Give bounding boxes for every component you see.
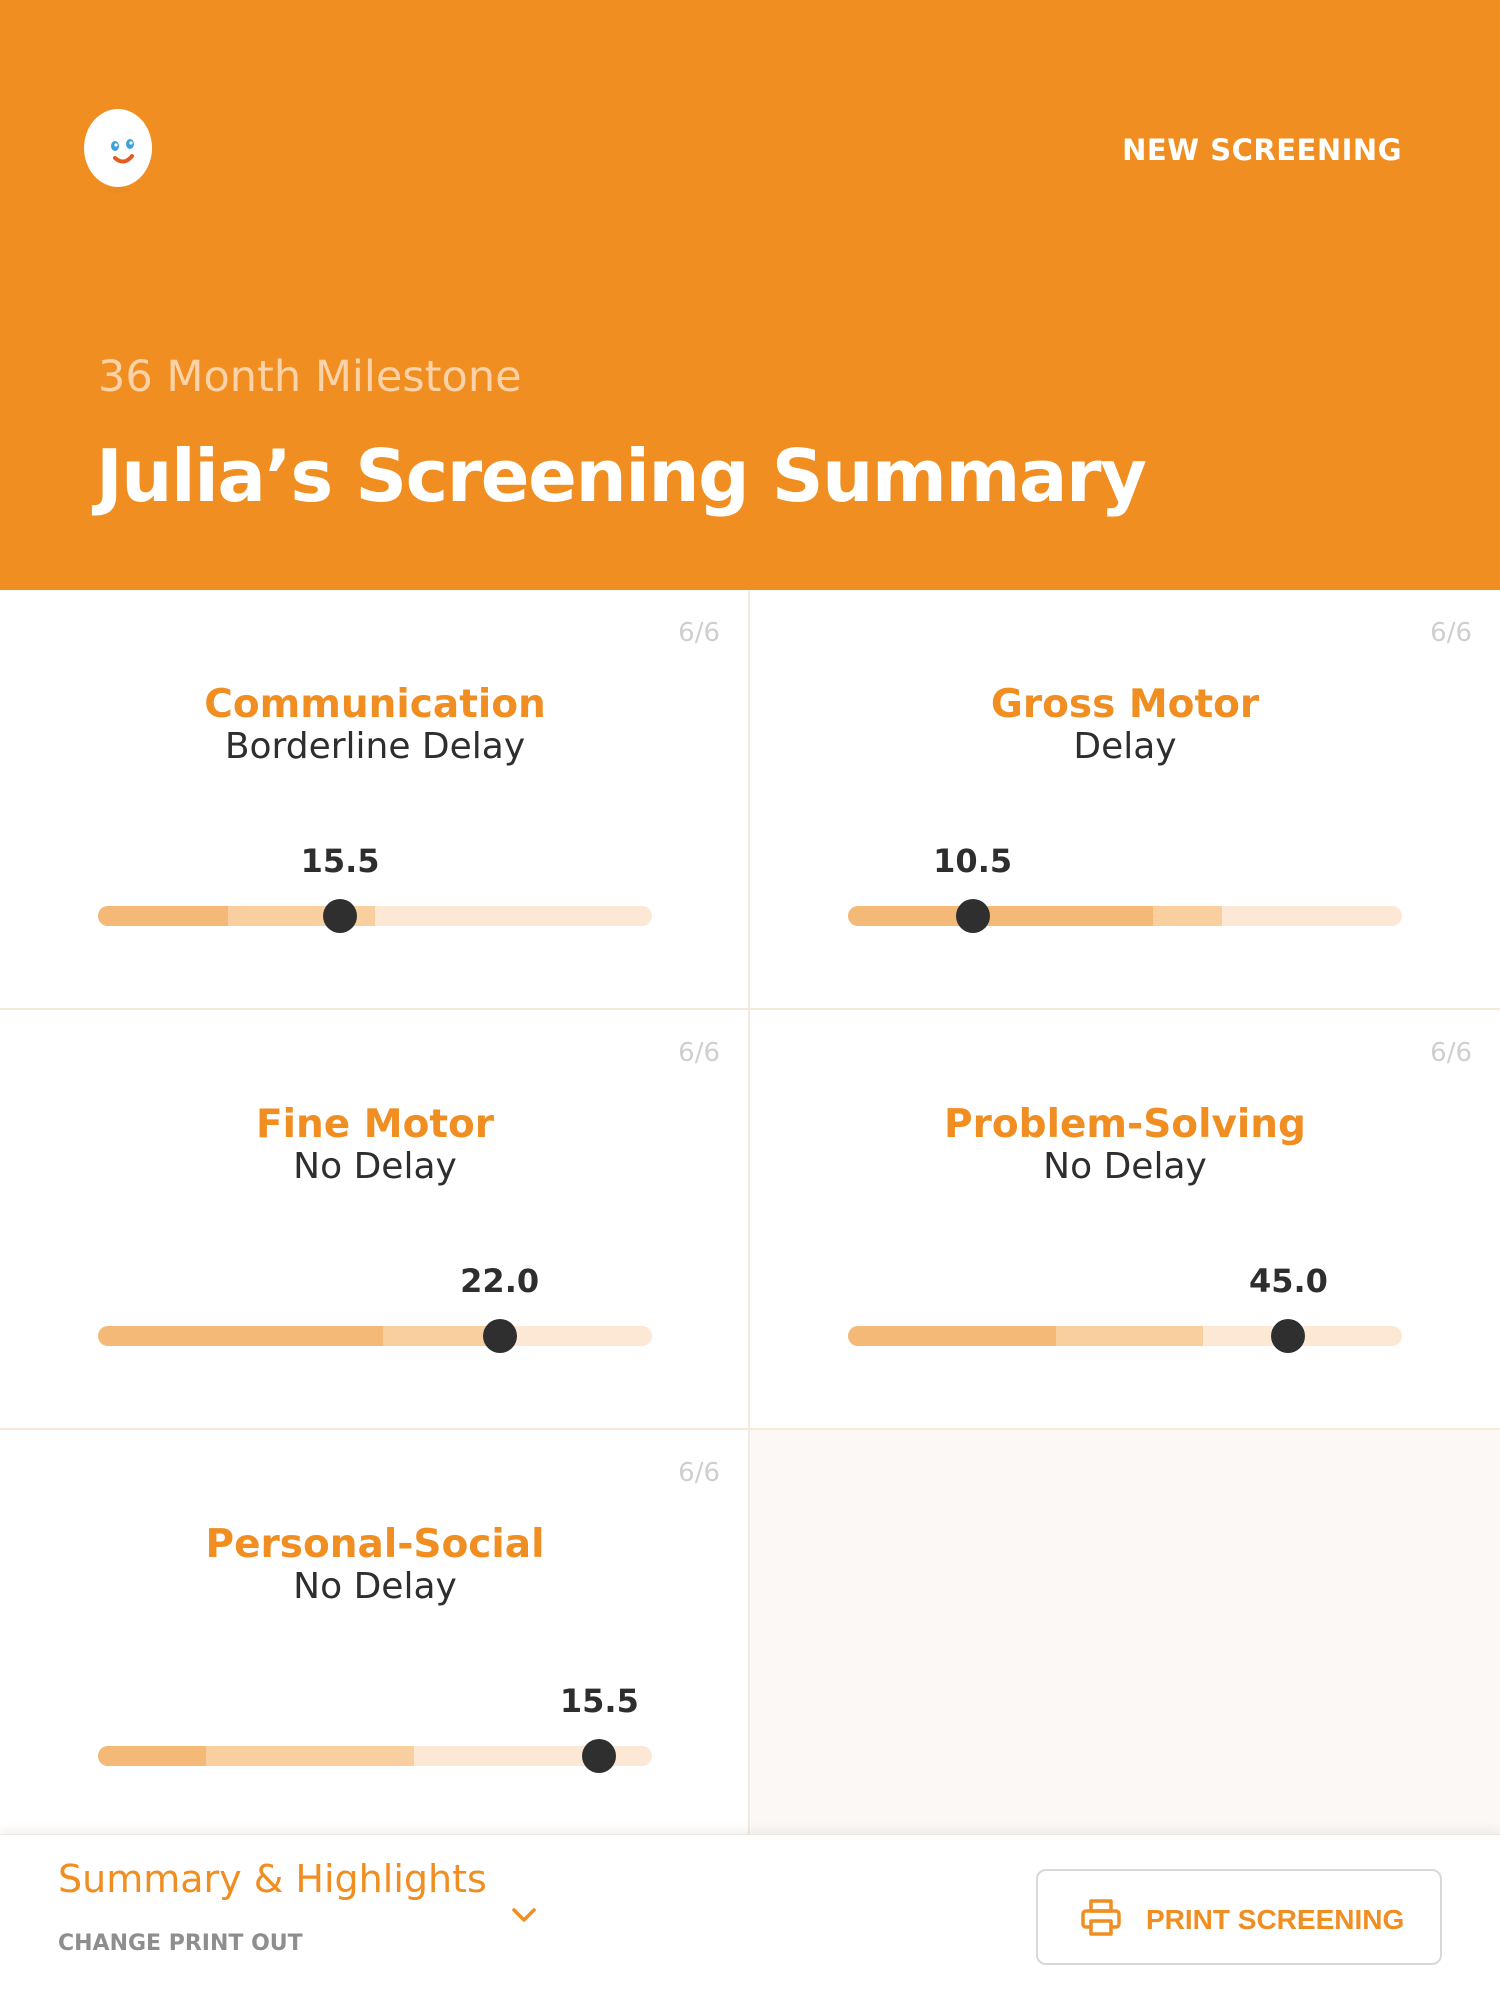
track-zone-borderline bbox=[1152, 906, 1222, 926]
footer-bar: Summary & Highlights CHANGE PRINT OUT PR… bbox=[0, 1834, 1500, 2000]
score-label: 10.5 bbox=[933, 842, 1013, 880]
score-label: 15.5 bbox=[559, 1682, 639, 1720]
track-zone-borderline bbox=[206, 1746, 414, 1766]
domain-status: No Delay bbox=[1043, 1146, 1207, 1187]
domain-card-gross-motor[interactable]: 6/6 Gross Motor Delay 10.5 bbox=[750, 590, 1500, 1010]
score-marker[interactable] bbox=[323, 899, 358, 933]
track-zone-delay bbox=[98, 906, 229, 926]
empty-grid-cell bbox=[751, 1430, 1500, 1834]
question-count: 6/6 bbox=[1430, 618, 1472, 648]
score-track bbox=[98, 1326, 652, 1346]
domain-title: Personal-Social bbox=[205, 1522, 545, 1567]
chevron-down-icon[interactable] bbox=[510, 1901, 538, 1929]
logo-icon bbox=[84, 109, 152, 193]
question-count: 6/6 bbox=[678, 1458, 720, 1488]
track-zone-borderline bbox=[1055, 1326, 1203, 1346]
new-screening-button[interactable]: NEW SCREENING bbox=[1122, 133, 1402, 167]
domain-status: Delay bbox=[1073, 726, 1177, 767]
score-track bbox=[98, 1746, 652, 1766]
question-count: 6/6 bbox=[678, 618, 720, 648]
domain-card-communication[interactable]: 6/6 Communication Borderline Delay 15.5 bbox=[0, 590, 750, 1010]
score-marker[interactable] bbox=[582, 1739, 617, 1773]
summary-highlights-label: Summary & Highlights bbox=[58, 1857, 487, 1901]
domain-card-fine-motor[interactable]: 6/6 Fine Motor No Delay 22.0 bbox=[0, 1010, 750, 1430]
change-print-out-label: CHANGE PRINT OUT bbox=[58, 1931, 303, 1956]
question-count: 6/6 bbox=[678, 1038, 720, 1068]
printout-selector[interactable]: Summary & Highlights CHANGE PRINT OUT bbox=[58, 1857, 548, 1977]
track-zone-delay bbox=[848, 1326, 1056, 1346]
score-marker[interactable] bbox=[482, 1319, 517, 1353]
domain-status: No Delay bbox=[293, 1146, 457, 1187]
score-track bbox=[848, 1326, 1402, 1346]
domain-title: Problem-Solving bbox=[944, 1102, 1306, 1147]
page-title: Julia’s Screening Summary bbox=[96, 434, 1147, 518]
track-zone-delay bbox=[98, 1746, 207, 1766]
track-zone-delay bbox=[98, 1326, 384, 1346]
milestone-label: 36 Month Milestone bbox=[98, 352, 522, 402]
score-label: 15.5 bbox=[300, 842, 380, 880]
domain-grid: 6/6 Communication Borderline Delay 15.5 … bbox=[0, 590, 1500, 1834]
domain-title: Fine Motor bbox=[255, 1102, 495, 1147]
domain-status: No Delay bbox=[293, 1566, 457, 1607]
domain-card-personal-social[interactable]: 6/6 Personal-Social No Delay 15.5 bbox=[0, 1430, 750, 1834]
domain-status: Borderline Delay bbox=[224, 726, 526, 767]
header-banner: NEW SCREENING 36 Month Milestone Julia’s… bbox=[0, 0, 1500, 590]
domain-title: Gross Motor bbox=[990, 682, 1260, 727]
question-count: 6/6 bbox=[1430, 1038, 1472, 1068]
domain-card-problem-solving[interactable]: 6/6 Problem-Solving No Delay 45.0 bbox=[750, 1010, 1500, 1430]
score-track bbox=[848, 906, 1402, 926]
score-marker[interactable] bbox=[1271, 1319, 1306, 1353]
score-marker[interactable] bbox=[955, 899, 990, 933]
score-label: 45.0 bbox=[1248, 1262, 1328, 1300]
printer-icon bbox=[1081, 1899, 1121, 1936]
print-screening-button[interactable]: PRINT SCREENING bbox=[1036, 1869, 1442, 1965]
score-label: 22.0 bbox=[460, 1262, 540, 1300]
domain-title: Communication bbox=[204, 682, 546, 727]
print-screening-label: PRINT SCREENING bbox=[1146, 1904, 1405, 1935]
score-track bbox=[98, 906, 652, 926]
track-zone-delay bbox=[848, 906, 1153, 926]
